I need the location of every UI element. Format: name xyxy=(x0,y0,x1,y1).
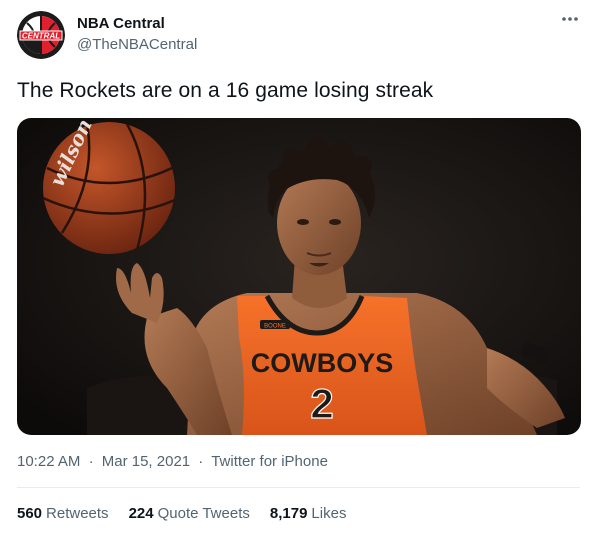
jersey-number: 2 xyxy=(310,380,333,427)
likes-label: Likes xyxy=(311,505,347,522)
meta-separator: · xyxy=(198,453,204,470)
likes-stat[interactable]: 8,179 Likes xyxy=(270,505,347,522)
tweet-media-photo[interactable]: BOONE COWBOYS 2 wilson xyxy=(17,118,581,435)
tweet-meta: 10:22 AM · Mar 15, 2021 · Twitter for iP… xyxy=(17,453,328,470)
nba-central-logo-icon: CENTRAL xyxy=(17,11,65,59)
quote-tweets-stat[interactable]: 224 Quote Tweets xyxy=(129,505,250,522)
tweet-text: The Rockets are on a 16 game losing stre… xyxy=(17,79,434,102)
avatar[interactable]: CENTRAL xyxy=(17,11,65,59)
meta-separator: · xyxy=(88,453,94,470)
tweet-source[interactable]: Twitter for iPhone xyxy=(211,453,328,470)
player-photo: BOONE COWBOYS 2 wilson xyxy=(17,118,581,435)
jersey-patch-text: BOONE xyxy=(264,324,286,330)
tweet-time[interactable]: 10:22 AM xyxy=(17,453,80,470)
retweets-count: 560 xyxy=(17,505,43,522)
jersey-wordmark: COWBOYS xyxy=(251,348,394,378)
author-display-name[interactable]: NBA Central xyxy=(77,15,165,32)
more-options-icon[interactable] xyxy=(560,12,580,26)
tweet-stats: 560 Retweets 224 Quote Tweets 8,179 Likes xyxy=(17,505,346,522)
quote-tweets-label: Quote Tweets xyxy=(157,505,250,522)
likes-count: 8,179 xyxy=(269,505,308,522)
avatar-logo-text: CENTRAL xyxy=(22,32,60,41)
retweets-label: Retweets xyxy=(46,505,109,522)
tweet-date[interactable]: Mar 15, 2021 xyxy=(102,453,190,470)
author-handle[interactable]: @TheNBACentral xyxy=(77,36,197,53)
retweets-stat[interactable]: 560 Retweets xyxy=(17,505,109,522)
quote-tweets-count: 224 xyxy=(128,505,154,522)
divider xyxy=(17,487,580,488)
